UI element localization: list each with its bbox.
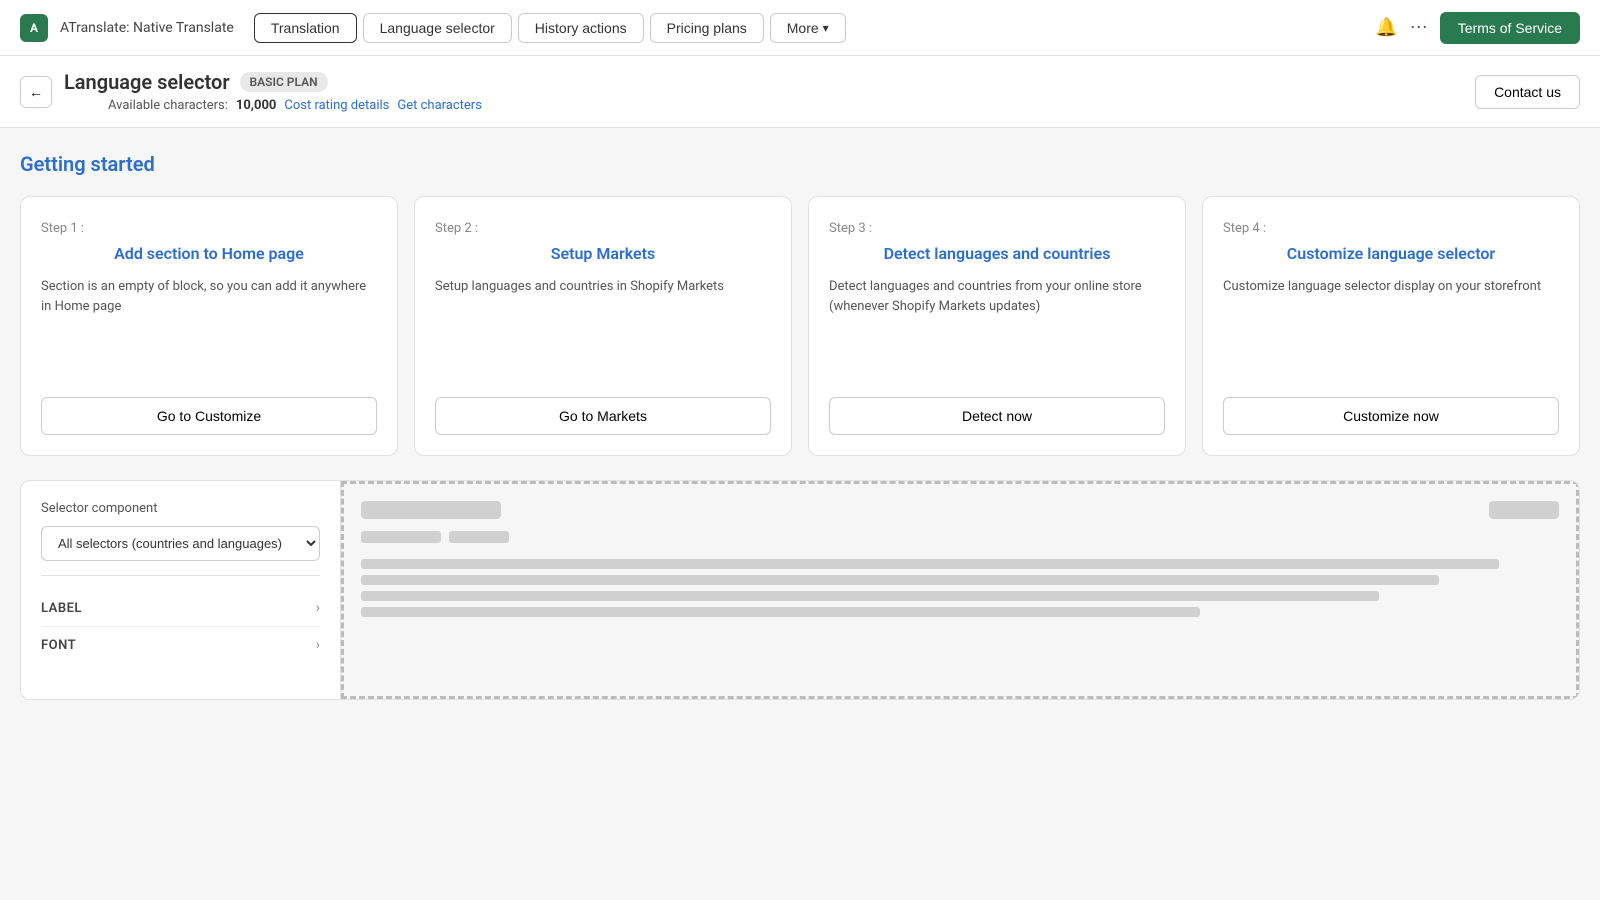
top-bar-right: 🔔 ⋯ Terms of Service (1375, 12, 1580, 44)
label-row[interactable]: LABEL › (41, 590, 320, 627)
bell-icon[interactable]: 🔔 (1375, 17, 1397, 38)
more-options-icon[interactable]: ⋯ (1410, 17, 1428, 38)
step-desc-4: Customize language selector display on y… (1223, 277, 1559, 377)
chevron-down-icon: ▾ (823, 21, 829, 35)
page-title: Language selector (64, 70, 230, 94)
main-content: Getting started Step 1 : Add section to … (0, 128, 1600, 724)
sub-header: ← Language selector BASIC PLAN Available… (0, 56, 1600, 128)
app-icon: A (20, 14, 48, 42)
step-label-1: Step 1 : (41, 221, 377, 236)
bottom-section: Selector component All selectors (countr… (20, 480, 1580, 700)
step-card-3: Step 3 : Detect languages and countries … (808, 196, 1186, 456)
tab-pricing-plans[interactable]: Pricing plans (650, 13, 764, 43)
preview-bar-top (361, 501, 1559, 519)
tab-more[interactable]: More ▾ (770, 13, 846, 43)
preview-placeholder-btn (1489, 501, 1559, 519)
sub-header-left: ← Language selector BASIC PLAN Available… (20, 70, 482, 113)
step-card-2: Step 2 : Setup Markets Setup languages a… (414, 196, 792, 456)
step-title-3: Detect languages and countries (829, 244, 1165, 263)
chevron-right-font-icon: › (316, 637, 320, 653)
preview-line-row-1 (361, 531, 1559, 543)
tab-history-actions[interactable]: History actions (518, 13, 644, 43)
get-chars-link[interactable]: Get characters (397, 98, 482, 113)
step-btn-3[interactable]: Detect now (829, 397, 1165, 435)
step-title-1: Add section to Home page (41, 244, 377, 263)
step-desc-1: Section is an empty of block, so you can… (41, 277, 377, 377)
step-btn-1[interactable]: Go to Customize (41, 397, 377, 435)
selector-component-label: Selector component (41, 501, 320, 516)
chars-info: Available characters: 10,000 Cost rating… (108, 98, 482, 113)
preview-panel (341, 481, 1579, 699)
back-button[interactable]: ← (20, 76, 52, 108)
step-desc-2: Setup languages and countries in Shopify… (435, 277, 771, 377)
selector-select[interactable]: All selectors (countries and languages) … (41, 526, 320, 561)
step-label-3: Step 3 : (829, 221, 1165, 236)
cost-rating-link[interactable]: Cost rating details (284, 98, 389, 113)
selector-panel: Selector component All selectors (countr… (21, 481, 341, 699)
preview-placeholder-title (361, 501, 501, 519)
font-row[interactable]: FONT › (41, 627, 320, 663)
terms-of-service-button[interactable]: Terms of Service (1440, 12, 1580, 44)
step-desc-3: Detect languages and countries from your… (829, 277, 1165, 377)
step-btn-2[interactable]: Go to Markets (435, 397, 771, 435)
contact-us-button[interactable]: Contact us (1475, 75, 1580, 109)
preview-content-line-1 (361, 559, 1499, 569)
step-label-2: Step 2 : (435, 221, 771, 236)
step-label-4: Step 4 : (1223, 221, 1559, 236)
steps-grid: Step 1 : Add section to Home page Sectio… (20, 196, 1580, 456)
step-btn-4[interactable]: Customize now (1223, 397, 1559, 435)
tab-language-selector[interactable]: Language selector (363, 13, 512, 43)
chevron-right-icon: › (316, 600, 320, 616)
step-card-4: Step 4 : Customize language selector Cus… (1202, 196, 1580, 456)
preview-content-line-4 (361, 607, 1200, 617)
app-title: ATranslate: Native Translate (60, 20, 234, 36)
section-title: Getting started (20, 152, 1580, 176)
preview-content-line-2 (361, 575, 1439, 585)
preview-line-1a (361, 531, 441, 543)
step-card-1: Step 1 : Add section to Home page Sectio… (20, 196, 398, 456)
plan-badge: BASIC PLAN (240, 72, 328, 92)
top-bar: A ATranslate: Native Translate Translati… (0, 0, 1600, 56)
chars-count: 10,000 (236, 98, 277, 113)
step-title-2: Setup Markets (435, 244, 771, 263)
preview-content-line-3 (361, 591, 1379, 601)
step-title-4: Customize language selector (1223, 244, 1559, 263)
preview-content-lines (361, 559, 1559, 617)
preview-line-1b (449, 531, 509, 543)
tab-translation[interactable]: Translation (254, 13, 357, 43)
nav-tabs: Translation Language selector History ac… (254, 13, 1367, 43)
